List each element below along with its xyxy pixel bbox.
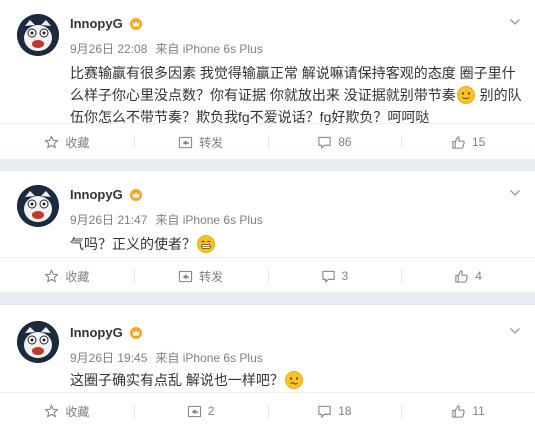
post-text: 气吗？正义的使者？ (70, 233, 522, 255)
post-text: 比赛输赢有很多因素 我觉得输赢正常 解说嘛请保持客观的态度 圈子里什么样子你心里… (70, 62, 522, 128)
comment-icon (318, 405, 331, 418)
chevron-down-icon[interactable] (509, 187, 521, 199)
author-row: InnopyG (70, 187, 143, 202)
vip-crown-icon[interactable] (129, 326, 143, 339)
favorite-label: 收藏 (65, 269, 90, 284)
post-meta: 9月26日 22:08 来自 iPhone 6s Plus (70, 40, 263, 57)
comment-icon (321, 270, 335, 283)
avatar[interactable] (17, 14, 59, 56)
repost-count: 2 (207, 404, 215, 418)
like-count: 11 (472, 404, 485, 418)
repost-icon (187, 405, 201, 417)
favorite-label: 收藏 (65, 135, 90, 150)
post-meta: 9月26日 19:45 来自 iPhone 6s Plus (70, 349, 263, 366)
post-source: 来自 iPhone 6s Plus (155, 42, 263, 56)
favorite-button[interactable]: 收藏 (0, 393, 134, 428)
avatar-image (17, 185, 59, 227)
repost-button[interactable]: 转发 (133, 124, 268, 160)
post-text-part: 比赛输赢有很多因素 我觉得输赢正常 解说嘛请保持客观的态度 圈子里什么样子你心里… (70, 65, 516, 103)
post-card: InnopyG 9月26日 22:08 来自 iPhone 6s Plus 比赛输… (0, 0, 535, 159)
repost-button[interactable]: 转发 (133, 258, 268, 294)
favorite-button[interactable]: 收藏 (0, 124, 134, 160)
like-button[interactable]: 4 (401, 258, 535, 294)
card-separator (0, 159, 535, 170)
repost-count: 转发 (199, 135, 224, 150)
chevron-down-icon[interactable] (509, 16, 521, 28)
thumbs-up-icon (452, 135, 465, 149)
username[interactable]: InnopyG (70, 187, 123, 202)
avatar-image (17, 321, 59, 363)
like-count: 4 (475, 269, 482, 283)
awkward-smile-emoji (456, 86, 475, 104)
avatar[interactable] (17, 321, 59, 363)
vip-crown-icon[interactable] (129, 17, 143, 30)
username[interactable]: InnopyG (70, 325, 123, 340)
comment-count: 3 (341, 269, 349, 283)
comment-icon (318, 136, 331, 149)
like-button[interactable]: 11 (401, 393, 535, 428)
favorite-label: 收藏 (65, 404, 90, 419)
comment-count: 86 (338, 135, 352, 149)
comment-button[interactable]: 86 (267, 124, 402, 160)
repost-button[interactable]: 2 (133, 393, 268, 428)
comment-button[interactable]: 3 (267, 258, 402, 294)
post-meta: 9月26日 21:47 来自 iPhone 6s Plus (70, 211, 263, 228)
like-count: 15 (471, 135, 486, 149)
favorite-button[interactable]: 收藏 (0, 258, 134, 294)
avatar[interactable] (17, 185, 59, 227)
like-button[interactable]: 15 (401, 124, 535, 160)
star-icon (44, 403, 59, 418)
vip-crown-icon[interactable] (129, 188, 143, 201)
post-text: 这圈子确实有点乱 解说也一样吧？ (70, 369, 522, 391)
post-time[interactable]: 9月26日 21:47 (70, 213, 147, 227)
avatar-image (17, 14, 59, 56)
grin-emoji (197, 235, 215, 253)
post-source: 来自 iPhone 6s Plus (155, 351, 263, 365)
action-bar: 收藏 转发 3 4 (0, 257, 535, 294)
comment-button[interactable]: 18 (267, 393, 402, 428)
card-separator (0, 292, 535, 304)
thumbs-up-icon (452, 404, 466, 418)
weibo-feed: InnopyG 9月26日 22:08 来自 iPhone 6s Plus 比赛输… (0, 0, 535, 428)
comment-count: 18 (338, 404, 352, 418)
post-card: InnopyG 9月26日 21:47 来自 iPhone 6s Plus 气吗？… (0, 170, 535, 292)
star-icon (44, 268, 59, 283)
action-bar: 收藏 转发 86 15 (0, 123, 535, 160)
username[interactable]: InnopyG (70, 16, 123, 31)
star-icon (44, 134, 59, 149)
post-source: 来自 iPhone 6s Plus (155, 213, 263, 227)
chevron-down-icon[interactable] (509, 325, 521, 337)
post-text-part: 这圈子确实有点乱 解说也一样吧？ (70, 372, 284, 388)
post-time[interactable]: 9月26日 22:08 (70, 42, 147, 56)
repost-icon (179, 136, 193, 148)
author-row: InnopyG (70, 16, 143, 31)
post-time[interactable]: 9月26日 19:45 (70, 351, 147, 365)
repost-count: 转发 (199, 269, 224, 284)
action-bar: 收藏 2 18 11 (0, 392, 535, 428)
thumbs-up-icon (455, 269, 468, 283)
author-row: InnopyG (70, 325, 143, 340)
repost-icon (179, 270, 193, 282)
post-text-part: 气吗？正义的使者？ (70, 236, 196, 252)
confused-emoji (284, 371, 303, 389)
post-card: InnopyG 9月26日 19:45 来自 iPhone 6s Plus 这圈子… (0, 304, 535, 428)
